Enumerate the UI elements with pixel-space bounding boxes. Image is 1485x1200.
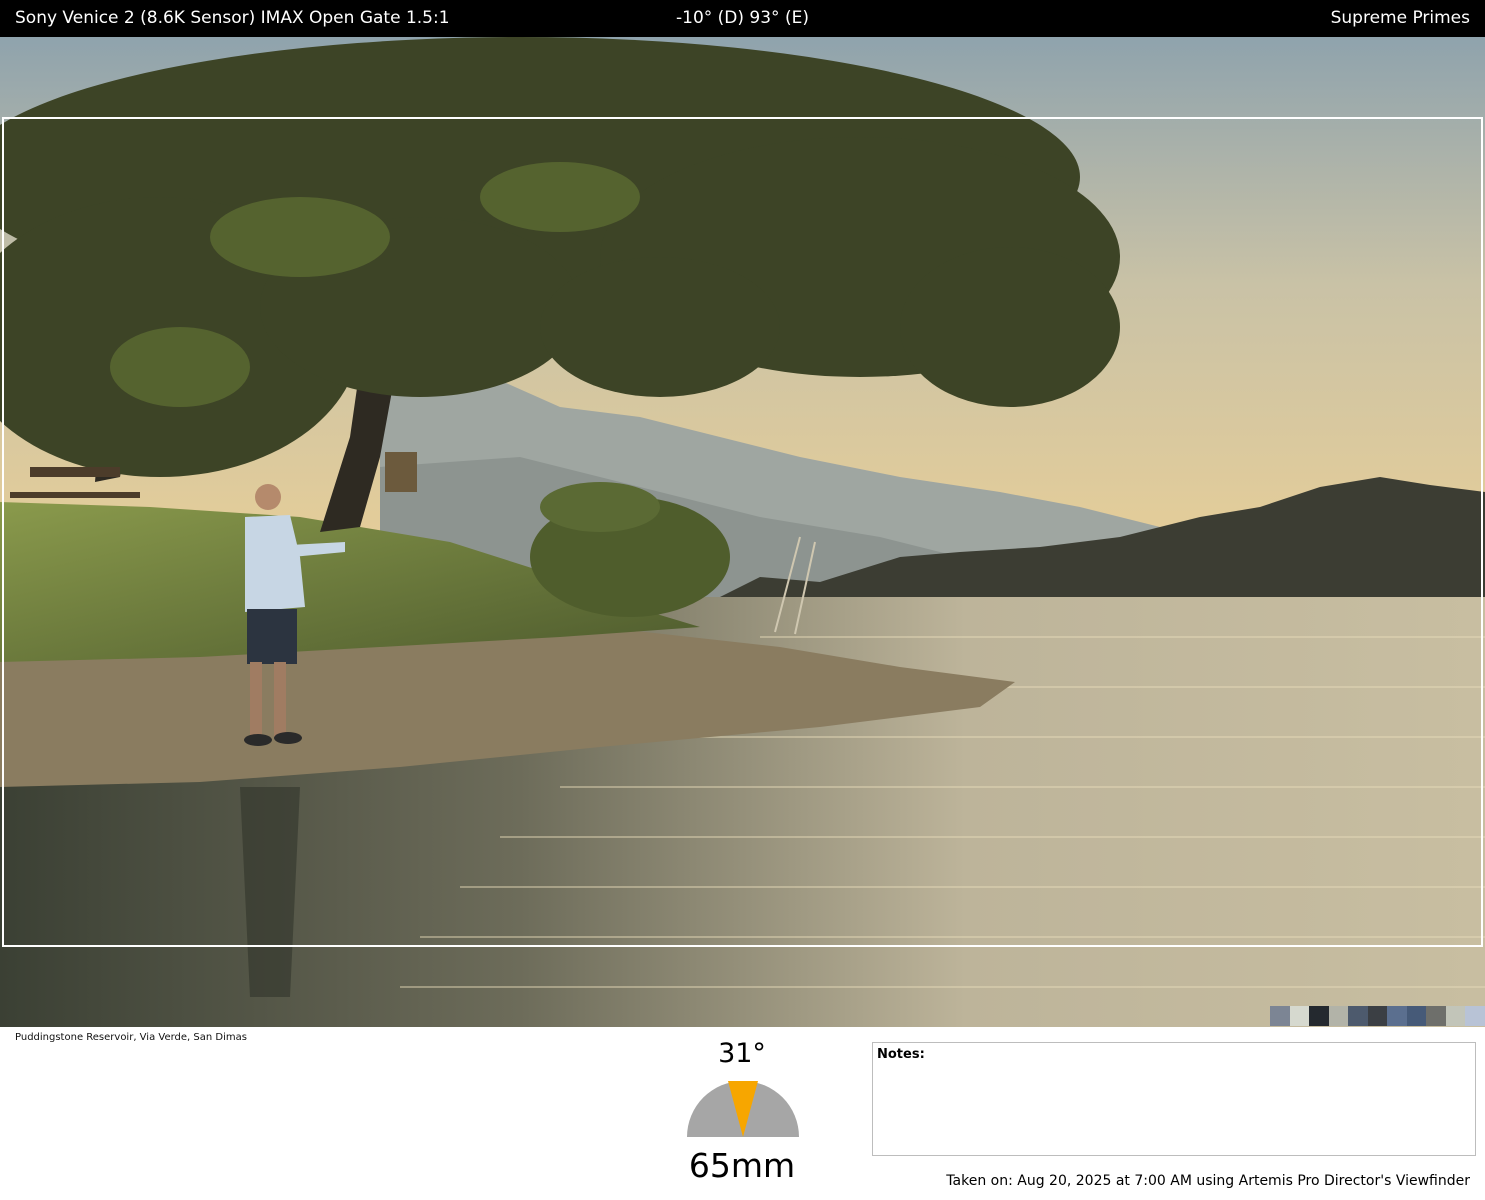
palette-swatch [1309, 1006, 1329, 1026]
notes-box[interactable]: Notes: [872, 1042, 1476, 1156]
location-caption: Puddingstone Reservoir, Via Verde, San D… [15, 1032, 247, 1043]
notes-label: Notes: [877, 1047, 925, 1062]
palette-swatch [1426, 1006, 1446, 1026]
palette-swatch [1270, 1006, 1290, 1026]
palette-swatch [1367, 1006, 1387, 1026]
focal-length-readout: 65mm [688, 1146, 796, 1185]
capture-info: Taken on: Aug 20, 2025 at 7:00 AM using … [946, 1173, 1470, 1189]
palette-swatch [1289, 1006, 1309, 1026]
palette-swatch [1328, 1006, 1348, 1026]
header-bar: Sony Venice 2 (8.6K Sensor) IMAX Open Ga… [0, 0, 1485, 37]
palette-swatch [1387, 1006, 1407, 1026]
orientation-readout: -10° (D) 93° (E) [676, 8, 809, 28]
color-palette-strip [1270, 1006, 1485, 1026]
field-of-view-icon [687, 1081, 799, 1137]
palette-swatch [1348, 1006, 1368, 1026]
palette-swatch [1445, 1006, 1465, 1026]
imax-frame-lines [2, 117, 1483, 947]
lens-set-label: Supreme Primes [1330, 8, 1470, 28]
palette-swatch [1465, 1006, 1485, 1026]
palette-swatch [1406, 1006, 1426, 1026]
field-of-view-readout: 31° [718, 1038, 766, 1069]
